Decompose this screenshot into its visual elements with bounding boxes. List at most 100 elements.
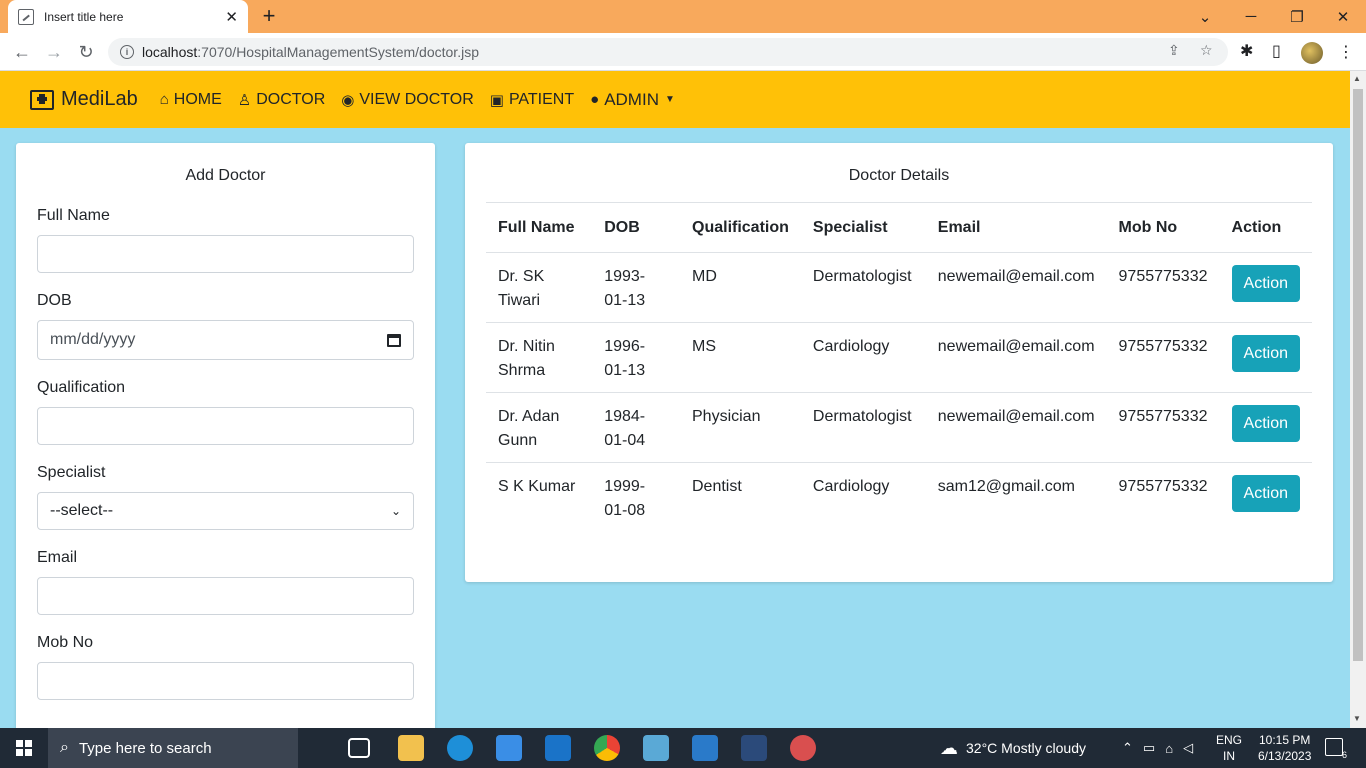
full-name-input[interactable] <box>37 235 414 273</box>
page-favicon-icon <box>18 8 34 25</box>
notes-medical-icon: ▣ <box>489 91 504 109</box>
col-header-dob: DOB <box>592 202 680 253</box>
table-row: Dr. SK Tiwari 1993-01-13 MD Dermatologis… <box>486 252 1312 323</box>
edge-browser-icon[interactable] <box>447 735 473 761</box>
cell-full-name: Dr. Nitin Shrma <box>486 322 593 393</box>
scroll-down-icon[interactable]: ▼ <box>1353 714 1361 723</box>
specialist-selected-value: --select-- <box>50 502 114 519</box>
add-doctor-card: Add Doctor Full Name DOB mm/dd/yyyy Qual… <box>16 143 435 743</box>
col-header-email: Email <box>925 202 1107 253</box>
forward-icon[interactable]: → <box>40 39 68 65</box>
restore-icon[interactable]: ❐ <box>1274 0 1320 33</box>
nav-view-doctor[interactable]: ◉ VIEW DOCTOR <box>341 91 473 109</box>
bookmark-star-icon[interactable]: ☆ <box>1200 42 1213 59</box>
dob-date-input[interactable]: mm/dd/yyyy <box>37 320 414 360</box>
browser-tab[interactable]: Insert title here ✕ <box>8 0 248 33</box>
extensions-puzzle-icon[interactable]: ✱ <box>1240 41 1253 61</box>
tab-title: Insert title here <box>44 9 124 24</box>
doctor-table: Full Name DOB Qualification Specialist E… <box>486 202 1312 532</box>
cell-mob-no: 9755775332 <box>1106 392 1220 463</box>
file-explorer-icon[interactable] <box>398 735 424 761</box>
cell-dob: 1999-01-08 <box>604 478 646 519</box>
nav-admin-dropdown[interactable]: ● ADMIN ▼ <box>590 90 675 110</box>
action-button[interactable]: Action <box>1231 265 1300 302</box>
action-button[interactable]: Action <box>1231 405 1300 442</box>
url-input[interactable]: i localhost:7070/HospitalManagementSyste… <box>108 38 1228 66</box>
site-info-icon[interactable]: i <box>120 45 134 59</box>
cell-dob: 1993-01-13 <box>592 252 680 323</box>
close-tab-icon[interactable]: ✕ <box>225 8 238 26</box>
calendar-icon[interactable] <box>387 333 401 347</box>
notification-center-icon[interactable]: 6 <box>1325 738 1347 760</box>
email-label: Email <box>37 549 78 566</box>
network-icon[interactable]: ⌂ <box>1165 741 1173 756</box>
cell-mob-no: 9755775332 <box>1106 252 1220 323</box>
show-hidden-icons-chevron-icon[interactable]: ⌃ <box>1122 740 1133 756</box>
qualification-input[interactable] <box>37 407 414 445</box>
scroll-up-icon[interactable]: ▲ <box>1353 74 1361 83</box>
new-tab-icon[interactable]: + <box>256 3 282 29</box>
chrome-icon[interactable] <box>594 735 620 761</box>
windows-logo-icon <box>16 740 32 756</box>
cell-action: Action <box>1219 392 1312 463</box>
region-code: IN <box>1223 749 1235 763</box>
cell-action: Action <box>1219 322 1312 393</box>
virtualbox-icon[interactable] <box>643 735 669 761</box>
meet-now-icon[interactable]: ▭ <box>1143 740 1155 756</box>
table-row: Dr. Nitin Shrma 1996-01-13 MS Cardiology… <box>486 322 1312 393</box>
brand-logo[interactable]: MediLab <box>30 88 138 111</box>
vscode-icon[interactable] <box>692 735 718 761</box>
cell-dob: 1996-01-13 <box>592 322 680 393</box>
reload-icon[interactable]: ↻ <box>72 39 100 65</box>
nav-patient-label: PATIENT <box>508 90 575 108</box>
share-icon[interactable]: ⇪ <box>1168 42 1180 59</box>
email-field[interactable] <box>37 577 414 615</box>
table-row: Dr. Adan Gunn 1984-01-04 Physician Derma… <box>486 392 1312 463</box>
cell-qualification: MD <box>680 252 801 323</box>
eclipse-ide-icon[interactable] <box>741 735 767 761</box>
profile-avatar[interactable] <box>1301 42 1323 64</box>
brand-name: MediLab <box>61 88 138 110</box>
tab-search-chevron-icon[interactable]: ⌄ <box>1182 0 1228 33</box>
nav-doctor[interactable]: ♙ DOCTOR <box>238 91 326 109</box>
app-icon[interactable] <box>790 735 816 761</box>
doctor-details-title: Doctor Details <box>848 167 950 184</box>
microsoft-store-icon[interactable] <box>496 735 522 761</box>
dob-placeholder: mm/dd/yyyy <box>50 331 136 348</box>
col-header-qualification: Qualification <box>680 202 801 253</box>
specialist-select[interactable]: --select-- ⌄ <box>37 492 414 530</box>
page-scrollbar[interactable]: ▲ ▼ <box>1350 71 1366 728</box>
mail-icon[interactable] <box>545 735 571 761</box>
mob-no-input[interactable] <box>37 662 414 700</box>
scrollbar-thumb[interactable] <box>1353 89 1363 661</box>
system-tray: ⌃ ▭ ⌂ ◁ <box>1122 728 1193 768</box>
taskbar-search-placeholder: Type here to search <box>78 739 212 757</box>
col-header-specialist: Specialist <box>800 202 926 253</box>
task-view-icon[interactable] <box>348 738 370 758</box>
volume-icon[interactable]: ◁ <box>1183 740 1193 756</box>
search-icon: ⌕ <box>60 739 69 756</box>
language-indicator[interactable]: ENG IN <box>1216 732 1242 764</box>
action-button[interactable]: Action <box>1231 475 1300 512</box>
col-header-full-name: Full Name <box>486 202 593 253</box>
cell-action: Action <box>1219 252 1312 323</box>
browser-menu-icon[interactable]: ⋮ <box>1338 42 1354 62</box>
specialist-label: Specialist <box>37 464 106 481</box>
cell-email: newemail@email.com <box>925 392 1107 463</box>
nav-home-label: HOME <box>173 90 222 108</box>
taskbar-search-box[interactable]: ⌕ Type here to search <box>48 728 298 768</box>
side-panel-icon[interactable]: ▯ <box>1272 41 1281 61</box>
nav-patient[interactable]: ▣ PATIENT <box>490 91 574 109</box>
site-navbar: MediLab ⌂ HOME ♙ DOCTOR ◉ VIEW DOCTOR ▣ … <box>0 71 1350 128</box>
minimize-icon[interactable]: ─ <box>1228 0 1274 33</box>
start-button[interactable] <box>0 728 48 768</box>
cell-specialist: Dermatologist <box>800 252 926 323</box>
qualification-label: Qualification <box>37 379 126 396</box>
weather-widget[interactable]: ☁ 32°C Mostly cloudy <box>940 728 1086 768</box>
table-header-row: Full Name DOB Qualification Specialist E… <box>486 202 1312 253</box>
close-window-icon[interactable]: ✕ <box>1320 0 1366 33</box>
nav-home[interactable]: ⌂ HOME <box>160 91 222 109</box>
action-button[interactable]: Action <box>1231 335 1300 372</box>
taskbar-clock[interactable]: 10:15 PM 6/13/2023 <box>1258 732 1311 764</box>
back-icon[interactable]: ← <box>8 39 36 65</box>
